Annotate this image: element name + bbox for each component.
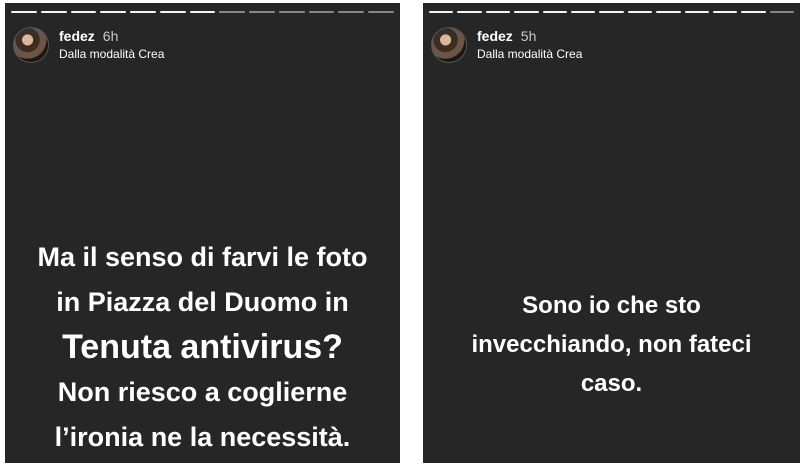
story-text-line: Ma il senso di farvi le foto (37, 242, 368, 272)
progress-segment (130, 11, 156, 13)
story-meta: fedez 6h Dalla modalità Crea (59, 27, 165, 62)
avatar[interactable] (13, 27, 49, 63)
progress-segment (100, 11, 127, 13)
progress-segment (542, 11, 567, 13)
progress-segment (429, 11, 454, 13)
progress-segment (457, 11, 482, 13)
story-mode-label: Dalla modalità Crea (59, 47, 165, 62)
story-meta: fedez 5h Dalla modalità Crea (477, 27, 583, 62)
story-mode-label: Dalla modalità Crea (477, 47, 583, 62)
story-time: 5h (520, 27, 537, 44)
progress-segment (40, 11, 67, 13)
story-panel-right[interactable]: fedez 5h Dalla modalità Crea Sono io che… (423, 3, 800, 463)
story-text: Ma il senso di farvi le foto in Piazza d… (5, 235, 400, 460)
story-user-row: fedez 6h (59, 27, 164, 44)
progress-segment (712, 11, 738, 13)
story-text-line: invecchiando, non fateci (471, 331, 752, 358)
story-text-line: Sono io che sto (522, 292, 701, 319)
story-text-line: Non riesco a coglierne (57, 377, 348, 407)
story-text-line: l’ironia ne la necessità. (54, 422, 351, 452)
story-progress-bar (429, 11, 795, 13)
progress-segment (189, 11, 216, 13)
page: fedez 6h Dalla modalità Crea Ma il senso… (0, 0, 800, 465)
story-user-row: fedez 5h (477, 27, 582, 44)
story-header: fedez 6h Dalla modalità Crea (13, 27, 164, 63)
progress-segment (627, 11, 653, 13)
story-progress-bar (11, 11, 394, 13)
progress-segment (70, 11, 97, 13)
progress-segment (11, 11, 37, 13)
progress-segment (278, 11, 305, 13)
story-text-line: Tenuta antivirus? (62, 328, 343, 366)
progress-segment (338, 11, 365, 13)
progress-segment (656, 11, 681, 13)
progress-segment (368, 11, 394, 13)
progress-segment (599, 11, 624, 13)
progress-segment (159, 11, 186, 13)
progress-segment (308, 11, 335, 13)
avatar[interactable] (431, 27, 467, 63)
username[interactable]: fedez (59, 28, 95, 44)
story-time: 6h (102, 27, 119, 44)
progress-segment (570, 11, 596, 13)
progress-segment (485, 11, 511, 13)
progress-segment (514, 11, 539, 13)
progress-segment (769, 11, 795, 13)
story-header: fedez 5h Dalla modalità Crea (431, 27, 582, 63)
progress-segment (219, 11, 246, 13)
story-text-line: in Piazza del Duomo in (56, 287, 349, 317)
story-text-line: caso. (580, 370, 643, 397)
story-text: Sono io che sto invecchiando, non fateci… (423, 286, 800, 403)
progress-segment (684, 11, 709, 13)
story-panel-left[interactable]: fedez 6h Dalla modalità Crea Ma il senso… (5, 3, 400, 463)
progress-segment (741, 11, 766, 13)
username[interactable]: fedez (477, 28, 513, 44)
progress-segment (249, 11, 275, 13)
